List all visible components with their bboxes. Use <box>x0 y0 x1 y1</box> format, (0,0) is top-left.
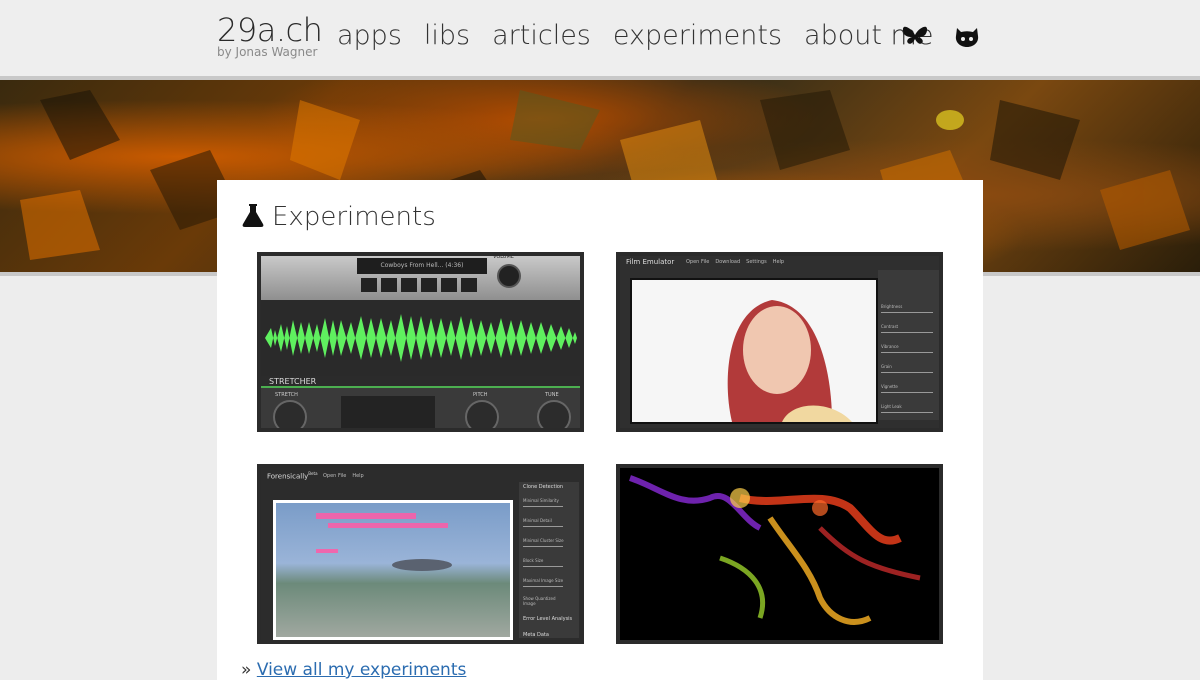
volume-label: VOLUME <box>493 254 514 260</box>
menu-open-file[interactable]: Open File <box>323 473 346 479</box>
knob-label-stretch: STRETCH <box>275 392 298 398</box>
label-contrast: Contrast <box>881 324 899 329</box>
label-block-size: Block Size <box>523 558 544 563</box>
flask-icon <box>242 203 264 231</box>
transport-controls <box>361 278 477 292</box>
flame-image <box>620 468 939 640</box>
section-heading: Experiments <box>242 200 436 234</box>
slider-minimal-cluster-size[interactable] <box>523 546 563 547</box>
tune-knob[interactable] <box>537 400 571 428</box>
label-brightness: Brightness <box>881 304 903 309</box>
github-icon[interactable] <box>952 22 982 52</box>
menu-open-file[interactable]: Open File <box>686 259 709 265</box>
photo-canvas <box>630 278 878 424</box>
brand-subtitle: by Jonas Wagner <box>217 45 318 59</box>
tool-error-level-analysis[interactable]: Error Level Analysis <box>523 616 572 622</box>
chevrons-right-icon: » <box>241 660 252 680</box>
label-show-quantized: Show Quantized Image <box>523 596 556 606</box>
tools-panel: Clone Detection Minimal Similarity Minim… <box>519 482 579 638</box>
app-title: Film Emulator <box>626 258 675 266</box>
app-title: ForensicallyBeta <box>267 471 318 480</box>
view-all-experiments: » View all my experiments <box>241 660 466 680</box>
nav-apps[interactable]: apps <box>337 18 402 54</box>
label-maximal-image-size: Maximal Image Size <box>523 578 564 583</box>
experiment-thumb-forensically[interactable]: ForensicallyBeta Open File Help Clone De… <box>257 464 584 644</box>
slider-vibrance[interactable] <box>881 352 933 353</box>
main-nav: apps libs articles experiments about me <box>337 18 933 54</box>
app-menu: Open File Download Settings Help <box>686 259 784 265</box>
label-light-leak: Light Leak <box>881 404 902 409</box>
label-vignette: Vignette <box>881 384 898 389</box>
bluesky-icon[interactable] <box>900 22 930 52</box>
label-minimal-cluster-size: Minimal Cluster Size <box>523 538 564 543</box>
slider-maximal-image-size[interactable] <box>523 586 563 587</box>
portrait-image <box>632 280 876 422</box>
experiment-thumb-fractal-flame[interactable] <box>616 464 943 644</box>
stretch-knob[interactable] <box>273 400 307 428</box>
site-brand[interactable]: 29a.ch by Jonas Wagner <box>217 12 323 59</box>
knob-label-pitch: PITCH <box>473 392 488 398</box>
slider-minimal-similarity[interactable] <box>523 506 563 507</box>
marker-in-icon[interactable] <box>441 278 457 292</box>
menu-help[interactable]: Help <box>352 473 363 479</box>
marker-out-icon[interactable] <box>461 278 477 292</box>
menu-settings[interactable]: Settings <box>746 259 767 265</box>
app-menu: Open File Help <box>323 473 364 479</box>
stretch-display <box>341 396 435 428</box>
brand-title[interactable]: 29a.ch <box>217 12 323 48</box>
app-title-text: Forensically <box>267 472 309 481</box>
stop-icon[interactable] <box>381 278 397 292</box>
eject-icon[interactable] <box>401 278 417 292</box>
adjustments-panel: Brightness Contrast Vibrance Grain Vigne… <box>878 270 939 420</box>
menu-help[interactable]: Help <box>773 259 784 265</box>
waveform <box>261 300 580 376</box>
app-title-sup: Beta <box>308 471 318 476</box>
slider-light-leak[interactable] <box>881 412 933 413</box>
app-label: STRETCHER <box>261 376 580 388</box>
experiment-thumb-film-emulator[interactable]: Film Emulator Open File Download Setting… <box>616 252 943 432</box>
track-title: Cowboys From Hell... (4:36) <box>357 258 487 274</box>
slider-block-size[interactable] <box>523 566 563 567</box>
slider-minimal-detail[interactable] <box>523 526 563 527</box>
loop-icon[interactable] <box>421 278 437 292</box>
social-links <box>900 22 982 52</box>
analysis-image <box>273 500 513 640</box>
label-grain: Grain <box>881 364 892 369</box>
tool-clone-detection[interactable]: Clone Detection <box>523 484 563 490</box>
experiment-thumb-stretcher[interactable]: Cowboys From Hell... (4:36) VOLUME STRET… <box>257 252 584 432</box>
nav-articles[interactable]: articles <box>492 18 591 54</box>
slider-grain[interactable] <box>881 372 933 373</box>
ufo-scene <box>316 513 452 571</box>
knob-label-tune: TUNE <box>545 392 559 398</box>
slider-vignette[interactable] <box>881 392 933 393</box>
slider-brightness[interactable] <box>881 312 933 313</box>
label-vibrance: Vibrance <box>881 344 899 349</box>
label-minimal-similarity: Minimal Similarity <box>523 498 559 503</box>
view-all-experiments-link[interactable]: View all my experiments <box>257 660 467 680</box>
menu-download[interactable]: Download <box>715 259 740 265</box>
pitch-knob[interactable] <box>465 400 499 428</box>
tool-meta-data[interactable]: Meta Data <box>523 632 549 638</box>
nav-libs[interactable]: libs <box>424 18 470 54</box>
section-title: Experiments <box>272 202 436 232</box>
play-icon[interactable] <box>361 278 377 292</box>
site-header: 29a.ch by Jonas Wagner apps libs article… <box>0 0 1200 80</box>
label-minimal-detail: Minimal Detail <box>523 518 552 523</box>
experiments-card: Experiments Cowboys From Hell... (4:36) … <box>217 180 983 680</box>
volume-knob[interactable] <box>497 264 521 288</box>
slider-contrast[interactable] <box>881 332 933 333</box>
nav-experiments[interactable]: experiments <box>613 18 782 54</box>
